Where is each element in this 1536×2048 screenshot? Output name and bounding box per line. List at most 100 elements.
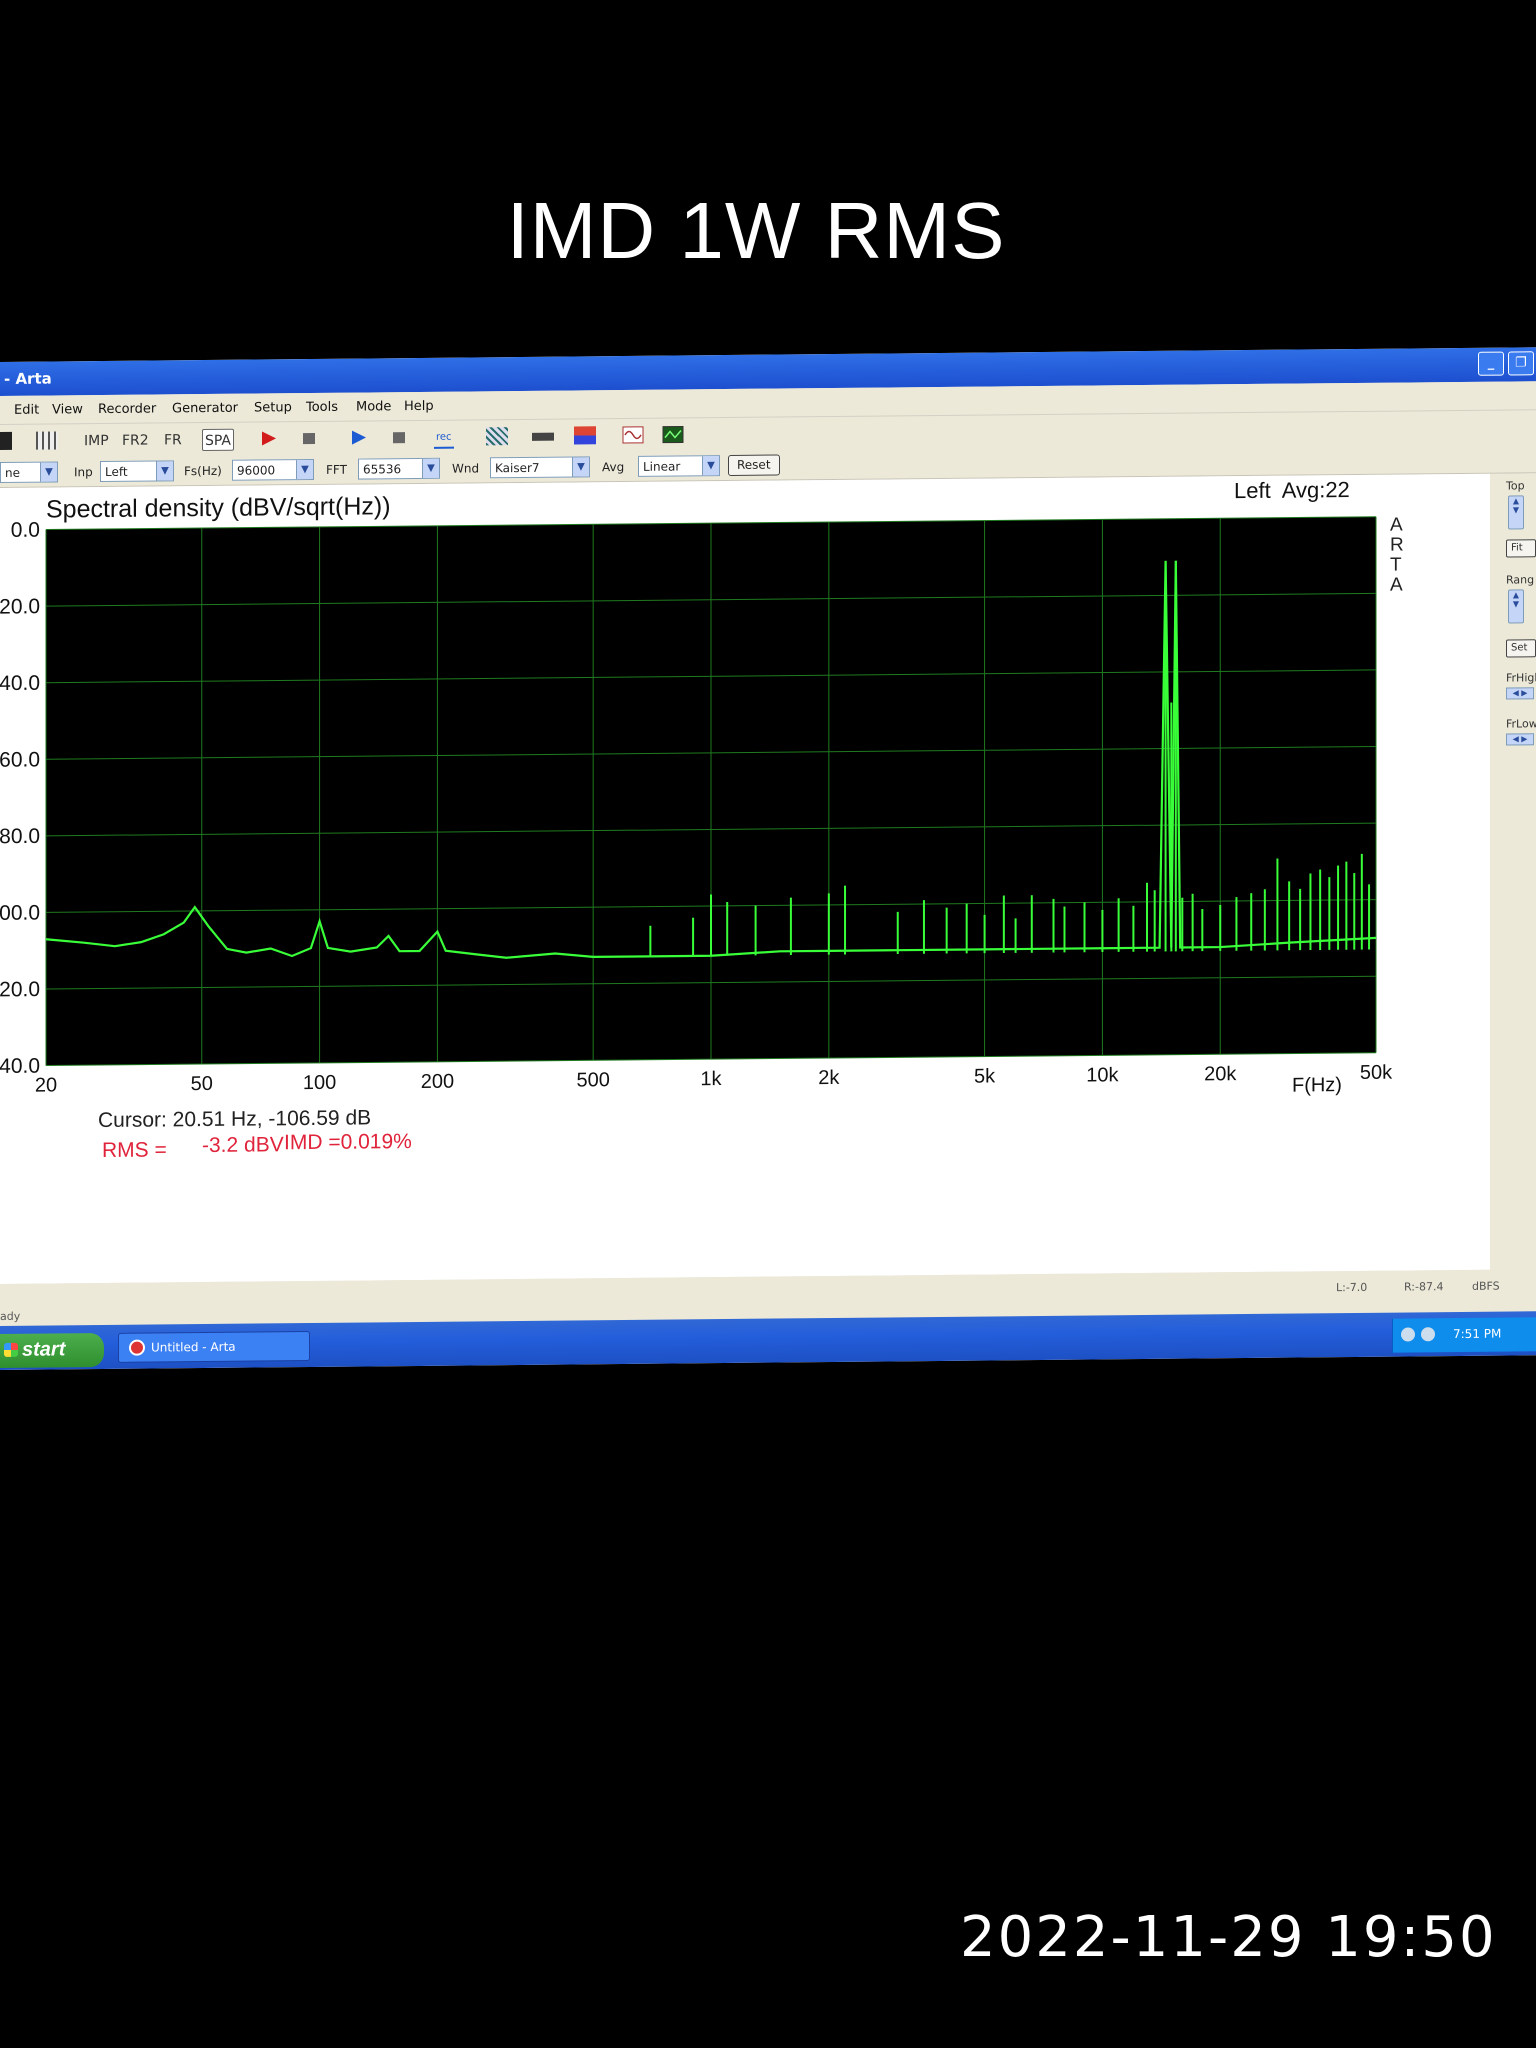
start-label: start (22, 1338, 66, 1361)
maximize-button[interactable]: ❐ (1508, 351, 1534, 376)
scope-icon[interactable] (662, 425, 684, 444)
x-tick-label: 5k (974, 1065, 996, 1087)
fit-button[interactable]: Fit (1506, 539, 1536, 558)
probe-icon[interactable] (532, 432, 554, 441)
y-tick-labels: 0.020.040.060.0-80.0-100.0-120.0-140.0 (0, 519, 40, 1079)
menu-recorder[interactable]: Recorder (98, 401, 156, 417)
arta-app-icon (129, 1339, 145, 1356)
x-tick-label: 20 (35, 1074, 57, 1096)
menu-tools[interactable]: Tools (306, 400, 338, 415)
frlow-arrows[interactable]: ◀ ▶ (1506, 733, 1534, 746)
x-tick-label: 1k (700, 1068, 722, 1090)
chevron-down-icon: ▼ (422, 458, 439, 478)
watermark-letter: R (1390, 535, 1404, 556)
stop-playback-icon[interactable] (388, 428, 410, 446)
input-select[interactable]: Left ▼ (100, 460, 174, 483)
range-label: Rang (1506, 573, 1535, 587)
x-tick-label: 50k (1360, 1062, 1393, 1084)
y-tick-label: -80.0 (0, 825, 40, 848)
monitor-screen: - Arta _ ❐ Edit View Recorder Generator … (0, 347, 1536, 1370)
window-title: - Arta (4, 369, 52, 388)
menu-view[interactable]: View (52, 402, 83, 417)
imd-readout: IMD =0.019% (284, 1130, 412, 1154)
fft-size-value: 65536 (363, 462, 402, 477)
sine-generator-icon[interactable] (622, 426, 644, 444)
menu-help[interactable]: Help (404, 399, 434, 414)
sample-rate-select[interactable]: 96000 ▼ (232, 458, 314, 481)
fr2-button[interactable]: FR2 (120, 430, 151, 452)
chevron-down-icon: ▼ (702, 456, 719, 476)
imp-button[interactable]: IMP (82, 430, 111, 452)
x-tick-label: 100 (303, 1072, 336, 1094)
window-value: Kaiser7 (495, 460, 540, 476)
frlow-label: FrLow (1506, 717, 1536, 731)
stop-icon[interactable] (298, 429, 320, 447)
x-tick-label: 20k (1204, 1063, 1237, 1085)
top-label: Top (1506, 479, 1525, 493)
reset-button[interactable]: Reset (728, 454, 780, 477)
meter-icon[interactable] (574, 426, 596, 445)
hatch-icon[interactable] (486, 427, 508, 446)
frhigh-arrows[interactable]: ◀ ▶ (1506, 687, 1534, 700)
y-tick-label: 60.0 (0, 748, 40, 771)
inp-label: Inp (74, 465, 93, 480)
spa-button[interactable]: SPA (202, 428, 235, 452)
status-right-level: R:-87.4 (1404, 1280, 1444, 1294)
channel-info: Left Avg:22 (1234, 477, 1350, 503)
avg-select[interactable]: Linear ▼ (638, 455, 720, 477)
avg-value: Linear (643, 459, 681, 474)
range-spinner[interactable]: ▲ ▼ (1508, 589, 1524, 624)
record-icon[interactable] (258, 429, 280, 447)
menu-setup[interactable]: Setup (254, 400, 292, 415)
watermark-letter: T (1390, 555, 1402, 576)
fft-size-select[interactable]: 65536 ▼ (358, 457, 440, 480)
x-tick-label: 200 (421, 1071, 454, 1093)
chevron-down-icon: ▼ (296, 459, 313, 480)
minimize-button[interactable]: _ (1478, 351, 1504, 376)
chevron-down-icon: ▼ (40, 462, 57, 482)
start-button[interactable]: start (0, 1333, 104, 1368)
status-unit: dBFS (1472, 1279, 1500, 1293)
y-tick-label: 40.0 (0, 672, 40, 695)
top-spinner[interactable]: ▲ ▼ (1508, 495, 1524, 530)
fs-label: Fs(Hz) (184, 463, 222, 479)
menu-edit[interactable]: Edit (14, 403, 39, 418)
mode-select[interactable]: ne ▼ (0, 461, 58, 483)
watermark-letter: A (1390, 575, 1403, 596)
menu-mode[interactable]: Mode (356, 399, 391, 414)
watermark-letter: A (1390, 515, 1403, 536)
x-tick-labels: 20 50 100 200 500 1k 2k 5k 10k 20k 50k (35, 1062, 1393, 1097)
status-left-level: L:-7.0 (1336, 1280, 1368, 1295)
x-tick-label: 500 (576, 1069, 609, 1091)
play-icon[interactable] (348, 428, 370, 446)
y-tick-label: 20.0 (0, 595, 40, 618)
volume-icon[interactable] (1421, 1327, 1435, 1342)
frhigh-label: FrHigh (1506, 671, 1536, 685)
status-ready: ady (0, 1309, 21, 1323)
fr-button[interactable]: FR (162, 429, 184, 451)
window-select[interactable]: Kaiser7 ▼ (490, 456, 590, 479)
taskbar-item-arta[interactable]: Untitled - Arta (118, 1331, 310, 1363)
photo-timestamp: 2022-11-29 19:50 (960, 1905, 1497, 1970)
y-tick-label: 0.0 (11, 519, 40, 542)
x-tick-label: 2k (818, 1067, 840, 1089)
clock: 7:51 PM (1453, 1326, 1502, 1342)
x-tick-label: 50 (191, 1073, 213, 1095)
side-panel: Top ▲ ▼ Fit Rang ▲ ▼ Set FrHigh ◀ ▶ FrLow … (1490, 473, 1536, 1270)
tray-arrow-icon[interactable] (1401, 1327, 1415, 1342)
pause-icon[interactable] (0, 431, 12, 450)
table-icon[interactable] (36, 431, 58, 450)
taskbar-item-label: Untitled - Arta (151, 1339, 236, 1355)
rec-button[interactable]: rec (434, 426, 454, 449)
y-tick-label: -100.0 (0, 901, 40, 925)
avg-label: Avg (602, 460, 625, 475)
menu-generator[interactable]: Generator (172, 401, 238, 417)
wnd-label: Wnd (452, 461, 480, 476)
windows-flag-icon (4, 1342, 18, 1357)
cursor-readout: Cursor: 20.51 Hz, -106.59 dB (98, 1106, 371, 1132)
spectrum-chart[interactable]: Spectral density (dBV/sqrt(Hz)) Left Avg… (0, 474, 1490, 1284)
chevron-down-icon: ▼ (156, 461, 173, 481)
set-button[interactable]: Set (1506, 639, 1536, 658)
input-select-value: Left (105, 464, 128, 479)
x-tick-label: 10k (1086, 1064, 1119, 1086)
